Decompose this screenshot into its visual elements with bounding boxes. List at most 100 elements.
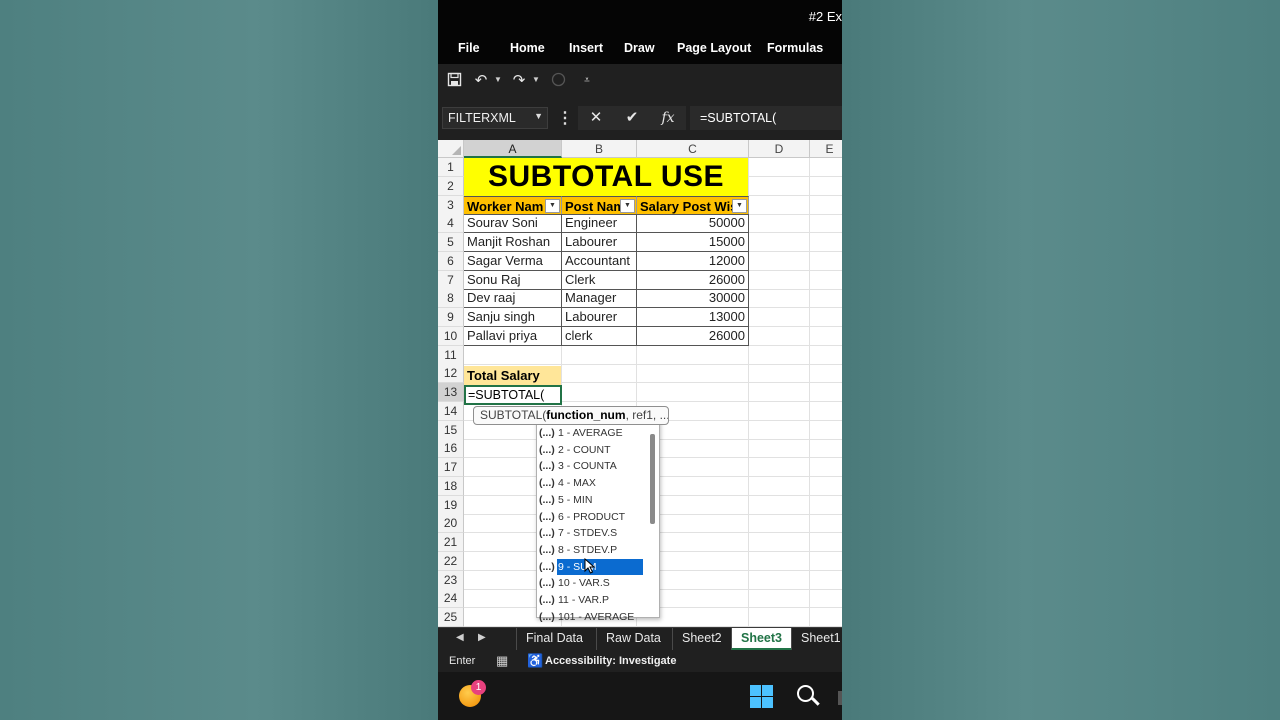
salary-cell[interactable]: 26000 [637, 270, 749, 290]
autocomplete-item[interactable]: (...) 8 - STDEV.P [537, 542, 643, 558]
row-header[interactable]: 18 [438, 476, 464, 496]
filter-dropdown-icon[interactable]: ▼ [620, 199, 635, 213]
autocomplete-item[interactable]: (...) 11 - VAR.P [537, 592, 643, 608]
post-name-cell[interactable]: Clerk [562, 270, 637, 290]
tab-file[interactable]: File [458, 41, 480, 55]
tab-insert[interactable]: Insert [569, 41, 603, 55]
name-box[interactable]: FILTERXML ▼ [442, 107, 548, 129]
windows-start-icon[interactable] [750, 685, 773, 708]
undo-dropdown-icon[interactable]: ▼ [494, 75, 502, 84]
sheet-tab-sheet1[interactable]: Sheet1 [791, 628, 842, 650]
row-header[interactable]: 5 [438, 233, 464, 252]
sheet-tab-final-data[interactable]: Final Data [516, 628, 592, 650]
row-header[interactable]: 15 [438, 420, 464, 440]
salary-cell[interactable]: 50000 [637, 214, 749, 234]
total-salary-label[interactable]: Total Salary [464, 366, 561, 385]
row-header[interactable]: 1 [438, 158, 464, 177]
post-name-cell[interactable]: clerk [562, 326, 637, 346]
sheet-title-cell[interactable]: SUBTOTAL USE [464, 158, 748, 196]
tab-draw[interactable]: Draw [624, 41, 655, 55]
salary-cell[interactable]: 13000 [637, 308, 749, 327]
column-header-d[interactable]: D [749, 140, 810, 158]
sheet-tab-sheet3[interactable]: Sheet3 [731, 628, 791, 650]
filter-dropdown-icon[interactable]: ▼ [732, 199, 747, 213]
post-name-cell[interactable]: Engineer [562, 214, 637, 234]
sheet-tab-sheet2[interactable]: Sheet2 [672, 628, 731, 650]
worker-name-cell[interactable]: Sagar Verma [464, 251, 562, 271]
row-header[interactable]: 13 [438, 383, 464, 402]
worker-name-cell[interactable]: Dev raaj [464, 289, 562, 309]
row-header[interactable]: 16 [438, 439, 464, 459]
active-cell-editor[interactable]: =SUBTOTAL( [464, 385, 562, 405]
circle-icon[interactable] [549, 72, 567, 90]
accessibility-status[interactable]: Accessibility: Investigate [545, 655, 676, 667]
post-name-cell[interactable]: Labourer [562, 308, 637, 327]
worker-name-cell[interactable]: Sonu Raj [464, 270, 562, 290]
row-header[interactable]: 6 [438, 251, 464, 271]
autocomplete-item[interactable]: (...) 6 - PRODUCT [537, 509, 643, 525]
redo-icon[interactable]: ↷ [510, 72, 528, 90]
tab-formulas[interactable]: Formulas [767, 41, 823, 55]
row-header[interactable]: 22 [438, 551, 464, 571]
enter-check-icon[interactable]: ✔ [619, 107, 645, 129]
post-name-cell[interactable]: Manager [562, 289, 637, 309]
row-header[interactable]: 25 [438, 608, 464, 627]
worksheet-grid[interactable]: A B C D E 1 2 3 4 5 6 7 8 9 10 11 12 13 14 15 16 17 18 19 2… [438, 140, 842, 627]
insert-function-icon[interactable]: fx [655, 107, 681, 129]
post-name-cell[interactable]: Labourer [562, 233, 637, 252]
row-header[interactable]: 10 [438, 326, 464, 346]
taskbar-app-icon[interactable] [838, 691, 842, 705]
search-icon[interactable] [795, 683, 820, 708]
autocomplete-item[interactable]: (...) 1 - AVERAGE [537, 425, 643, 441]
salary-cell[interactable]: 15000 [637, 233, 749, 252]
autocomplete-item[interactable]: (...) 2 - COUNT [537, 442, 643, 458]
scroll-right-icon[interactable]: ▶ [478, 632, 486, 643]
column-header-a[interactable]: A [464, 140, 562, 158]
row-header[interactable]: 20 [438, 514, 464, 534]
autocomplete-item[interactable]: (...) 10 - VAR.S [537, 575, 643, 591]
formula-input[interactable] [690, 106, 842, 130]
salary-cell[interactable]: 30000 [637, 289, 749, 309]
row-header[interactable]: 8 [438, 289, 464, 309]
autocomplete-item[interactable]: (...) 5 - MIN [537, 492, 643, 508]
tab-home[interactable]: Home [510, 41, 545, 55]
tab-page-layout[interactable]: Page Layout [677, 41, 751, 55]
salary-cell[interactable]: 12000 [637, 251, 749, 271]
row-header[interactable]: 9 [438, 308, 464, 327]
scrollbar-thumb[interactable] [650, 434, 655, 524]
salary-cell[interactable]: 26000 [637, 326, 749, 346]
column-header-b[interactable]: B [562, 140, 637, 158]
row-header[interactable]: 3 [438, 195, 464, 215]
autocomplete-scrollbar[interactable]: ▲ [648, 419, 657, 615]
row-header[interactable]: 14 [438, 401, 464, 421]
row-header[interactable]: 11 [438, 345, 464, 365]
customize-icon[interactable]: ⩡ [578, 72, 596, 90]
worker-name-cell[interactable]: Sanju singh [464, 308, 562, 327]
accessibility-icon[interactable]: ♿ [527, 653, 543, 669]
filter-dropdown-icon[interactable]: ▼ [545, 199, 560, 213]
worker-name-cell[interactable]: Sourav Soni [464, 214, 562, 234]
redo-dropdown-icon[interactable]: ▼ [532, 75, 540, 84]
autocomplete-item[interactable]: (...) 3 - COUNTA [537, 458, 643, 474]
function-autocomplete-list[interactable]: (...) 1 - AVERAGE (...) 2 - COUNT (...) 3 - C… [536, 416, 660, 623]
row-header[interactable]: 4 [438, 214, 464, 234]
save-icon[interactable] [445, 72, 463, 90]
select-all-corner[interactable] [438, 140, 464, 158]
worker-name-cell[interactable]: Pallavi priya [464, 326, 562, 346]
sheet-tab-raw-data[interactable]: Raw Data [596, 628, 670, 650]
column-header-e[interactable]: E [810, 140, 842, 158]
autocomplete-item[interactable]: (...) 101 - AVERAGE [537, 609, 643, 625]
worker-name-cell[interactable]: Manjit Roshan [464, 233, 562, 252]
autocomplete-item[interactable]: (...) 7 - STDEV.S [537, 525, 643, 541]
row-header[interactable]: 17 [438, 458, 464, 477]
row-header[interactable]: 12 [438, 364, 464, 384]
row-header[interactable]: 2 [438, 176, 464, 196]
row-header[interactable]: 21 [438, 533, 464, 552]
row-header[interactable]: 24 [438, 589, 464, 609]
column-header-c[interactable]: C [637, 140, 749, 158]
row-header[interactable]: 7 [438, 270, 464, 290]
scroll-left-icon[interactable]: ◀ [456, 632, 464, 643]
more-options-icon[interactable]: ⋮ [557, 108, 573, 128]
row-header[interactable]: 19 [438, 495, 464, 515]
chevron-down-icon[interactable]: ▼ [534, 111, 543, 121]
